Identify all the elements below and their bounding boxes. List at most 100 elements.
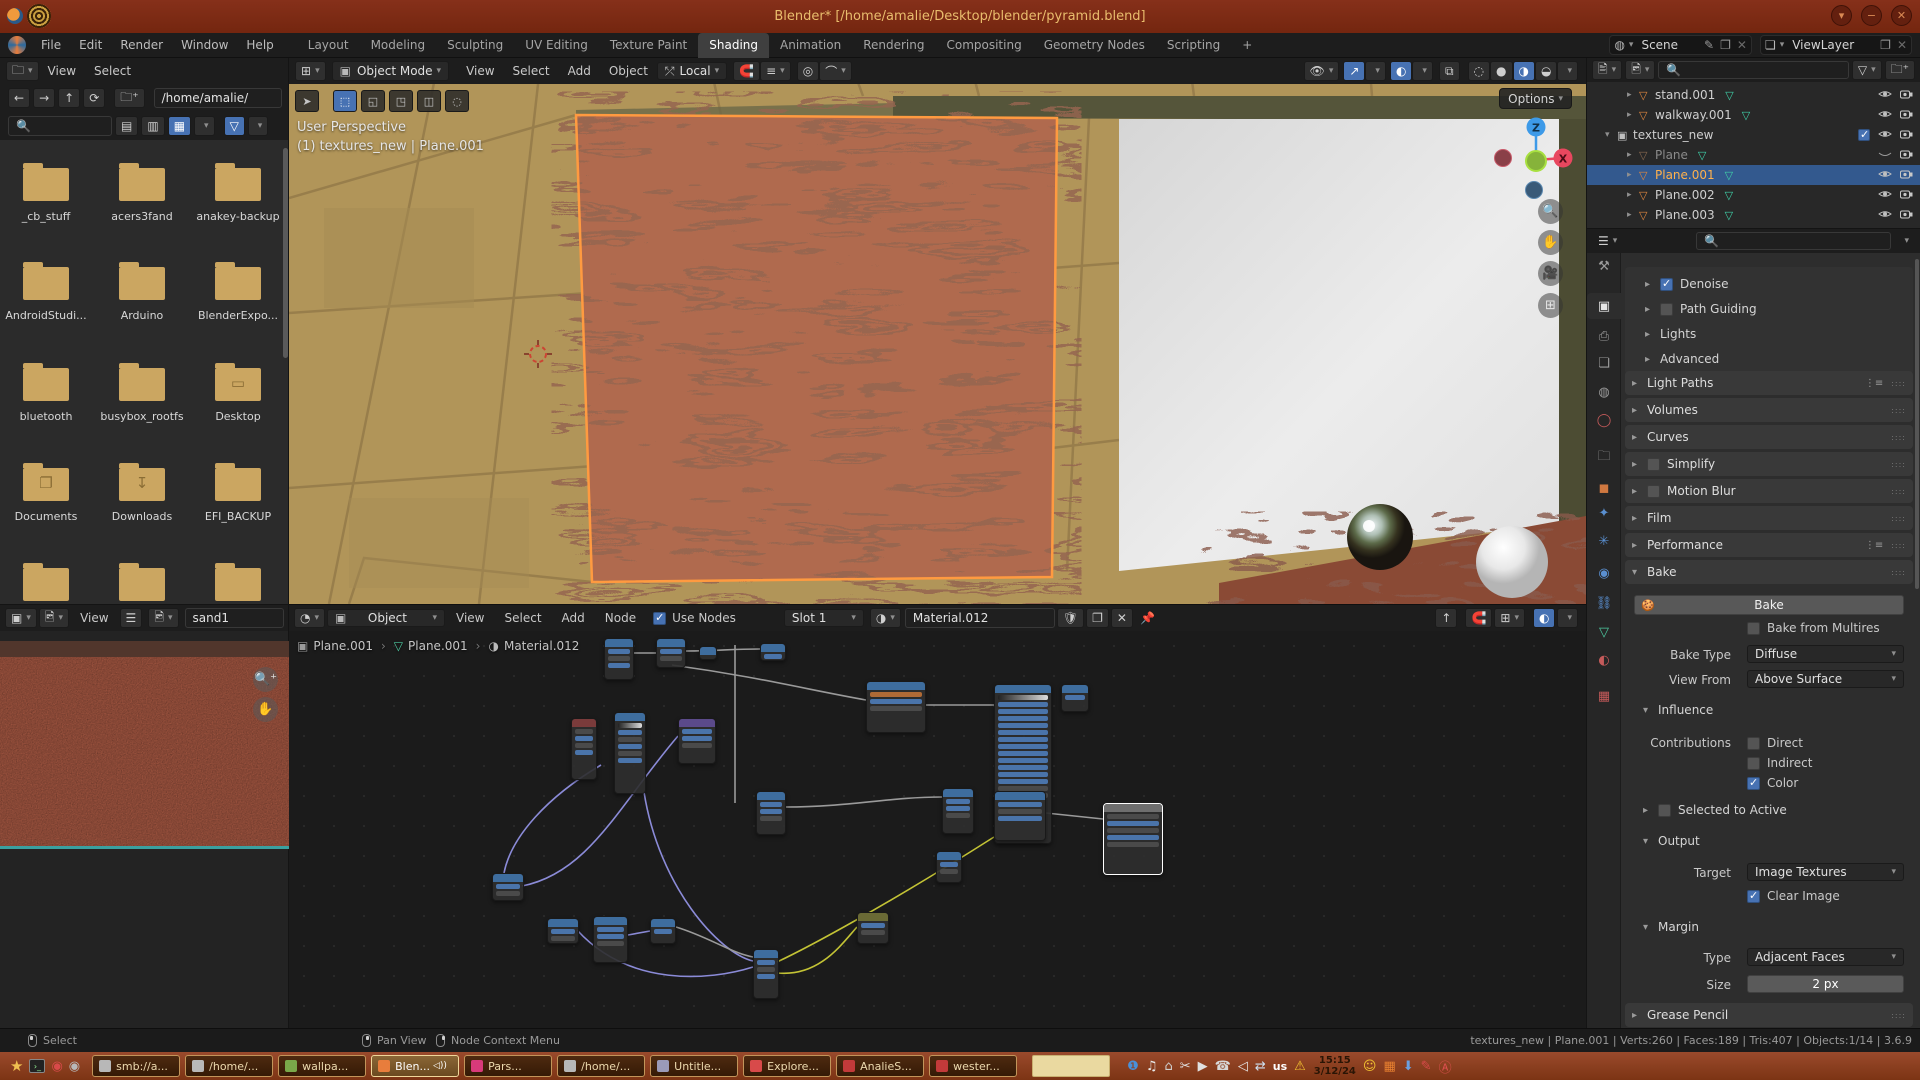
expand-arrow-icon[interactable]: ▾ — [1605, 130, 1617, 140]
scene-selector[interactable]: ◍▾ Scene ✎ ❐ ✕ — [1609, 35, 1752, 55]
camera-visibility-icon[interactable] — [1900, 168, 1913, 182]
proportional-edit-icon[interactable]: ◎ — [797, 61, 819, 81]
select-subtract-button[interactable]: ◳ — [389, 90, 413, 112]
drag-grip-icon[interactable]: :::: — [1891, 541, 1906, 550]
falloff-curve-icon[interactable]: ⌒▾ — [819, 61, 852, 81]
editor-type-button[interactable]: 🗀▾ — [6, 61, 39, 81]
clear-image-checkbox[interactable] — [1747, 890, 1760, 903]
taskbar-window-wester[interactable]: wester... — [929, 1055, 1017, 1077]
shader-node[interactable] — [753, 949, 779, 999]
gray-app-icon[interactable]: ◉ — [69, 1059, 80, 1074]
mode-dropdown[interactable]: ▣Object Mode▾ — [332, 61, 449, 81]
viewlayer-selector[interactable]: ❏▾ ViewLayer ❐ ✕ — [1760, 35, 1912, 55]
outliner-display-mode-dropdown[interactable]: 🖹▾ — [1592, 60, 1622, 80]
xray-toggle[interactable]: ⧉ — [1439, 61, 1460, 81]
folder-item[interactable]: EFI_BACKUP — [193, 468, 283, 523]
clock[interactable]: 15:15 3/12/24 — [1314, 1055, 1356, 1077]
color-checkbox[interactable] — [1747, 777, 1760, 790]
drag-grip-icon[interactable]: :::: — [1891, 487, 1906, 496]
search-input[interactable]: 🔍 — [8, 116, 112, 136]
options-button[interactable]: Options▾ — [1499, 88, 1572, 109]
drag-grip-icon[interactable]: :::: — [1891, 379, 1906, 388]
folder-item[interactable]: anakey-backup — [193, 168, 283, 223]
up-button[interactable]: ↑ — [58, 88, 80, 108]
outliner-search-input[interactable]: 🔍 — [1658, 61, 1849, 79]
panel-motion-blur[interactable]: ▸Motion Blur:::: — [1625, 479, 1913, 503]
app-menu-star-icon[interactable]: ★ — [10, 1057, 23, 1075]
properties-editor-icon[interactable]: ☰▾ — [1593, 231, 1622, 251]
viewport-menu-add[interactable]: Add — [559, 59, 600, 84]
panel-denoise[interactable]: ▸Denoise — [1645, 275, 1729, 293]
menu-edit[interactable]: Edit — [70, 33, 111, 58]
bake-type-dropdown[interactable]: Diffuse▾ — [1747, 645, 1904, 663]
tray-icon[interactable]: ◁ — [1238, 1059, 1248, 1074]
red-app-icon[interactable]: ◉ — [51, 1059, 62, 1074]
copy-icon[interactable]: ❐ — [1720, 38, 1731, 52]
bake-button[interactable]: Bake🍪 — [1634, 595, 1904, 615]
camera-visibility-icon[interactable] — [1900, 128, 1913, 142]
expand-arrow-icon[interactable]: ▸ — [1627, 150, 1639, 160]
drag-grip-icon[interactable]: :::: — [1891, 433, 1906, 442]
shading-dropdown[interactable]: ▾ — [1557, 61, 1578, 81]
folder-item[interactable]: AndroidStudi... — [1, 267, 91, 322]
taskbar-window-smba[interactable]: smb://a... — [92, 1055, 180, 1077]
unlink-icon[interactable]: ✕ — [1737, 38, 1747, 52]
drag-grip-icon[interactable]: :::: — [1891, 568, 1906, 577]
outliner-row-plane-001[interactable]: ▸▽Plane.001▽ — [1587, 165, 1920, 185]
workspace-tab-layout[interactable]: Layout — [297, 33, 360, 58]
folder-item[interactable]: acers3fand — [97, 168, 187, 223]
forward-button[interactable]: → — [33, 88, 55, 108]
shader-node[interactable] — [866, 681, 926, 733]
folder-item[interactable]: BlenderExpo... — [193, 267, 283, 322]
margin-type-dropdown[interactable]: Adjacent Faces▾ — [1747, 948, 1904, 966]
panel-path-guiding[interactable]: ▸Path Guiding — [1645, 300, 1757, 318]
menu-render[interactable]: Render — [111, 33, 172, 58]
eye-open-icon[interactable] — [1878, 108, 1892, 122]
folder-item-partial[interactable] — [97, 568, 187, 601]
select-extend-button[interactable]: ◱ — [361, 90, 385, 112]
direct-checkbox[interactable] — [1747, 737, 1760, 750]
shader-node[interactable] — [593, 916, 628, 963]
tray-icon[interactable]: ☎ — [1215, 1059, 1231, 1074]
copy-icon[interactable]: ❐ — [1880, 38, 1891, 52]
workspace-tab-animation[interactable]: Animation — [769, 33, 852, 58]
viewport-menu-select[interactable]: Select — [504, 59, 559, 84]
folder-item[interactable]: _cb_stuff — [1, 168, 91, 223]
hamburger-icon[interactable]: ☰ — [120, 608, 143, 628]
workspace-tab-sculpting[interactable]: Sculpting — [436, 33, 514, 58]
panel-checkbox[interactable] — [1660, 278, 1673, 291]
terminal-icon[interactable]: ›_ — [29, 1059, 45, 1073]
white-sphere-object[interactable] — [1476, 526, 1548, 598]
shader-node[interactable] — [760, 643, 786, 661]
tray-icon[interactable]: ❶ — [1127, 1059, 1139, 1074]
node-graph-canvas[interactable] — [289, 631, 1586, 1028]
display-horizontal-list-button[interactable]: ▥ — [141, 116, 164, 136]
taskbar-window-blen[interactable]: Blen...◁)) — [371, 1055, 459, 1077]
image-mode-icon[interactable]: 🖻▾ — [39, 608, 69, 628]
outliner-row-plane-003[interactable]: ▸▽Plane.003▽ — [1587, 205, 1920, 225]
overlays-toggle[interactable]: ◐ — [1390, 61, 1412, 81]
collection-checkbox[interactable] — [1858, 129, 1870, 141]
folder-item-partial[interactable] — [1, 568, 91, 601]
target-dropdown[interactable]: Image Textures▾ — [1747, 863, 1904, 881]
menu-file[interactable]: File — [32, 33, 70, 58]
folder-item-partial[interactable] — [193, 568, 283, 601]
gizmo-z-neg[interactable] — [1526, 182, 1543, 199]
outliner-row-stand-001[interactable]: ▸▽stand.001▽ — [1587, 85, 1920, 105]
transform-orientation-dropdown[interactable]: ⤱Local▾ — [657, 62, 727, 80]
margin-size-slider[interactable]: 2 px — [1747, 975, 1904, 993]
shader-node[interactable] — [678, 718, 716, 764]
eye-open-icon[interactable] — [1878, 168, 1892, 182]
new-folder-button[interactable]: 🗀⁺ — [114, 88, 144, 108]
taskbar-window-home[interactable]: /home/... — [557, 1055, 645, 1077]
panel-light-paths[interactable]: ▸Light Paths⋮≡:::: — [1625, 371, 1913, 395]
workspace-tab-scripting[interactable]: Scripting — [1156, 33, 1231, 58]
shading-wireframe-button[interactable]: ◌ — [1468, 61, 1490, 81]
shader-node[interactable] — [994, 791, 1046, 841]
viewport-pan-button[interactable]: ✋ — [1538, 230, 1563, 255]
folder-item[interactable]: Desktop — [193, 368, 283, 423]
path-input[interactable]: /home/amalie/ — [154, 88, 282, 108]
new-collection-button[interactable]: 🗀⁺ — [1885, 60, 1915, 80]
filter-toggle-button[interactable]: ▽ — [224, 116, 245, 136]
filter-dropdown[interactable]: ▾ — [248, 116, 269, 136]
